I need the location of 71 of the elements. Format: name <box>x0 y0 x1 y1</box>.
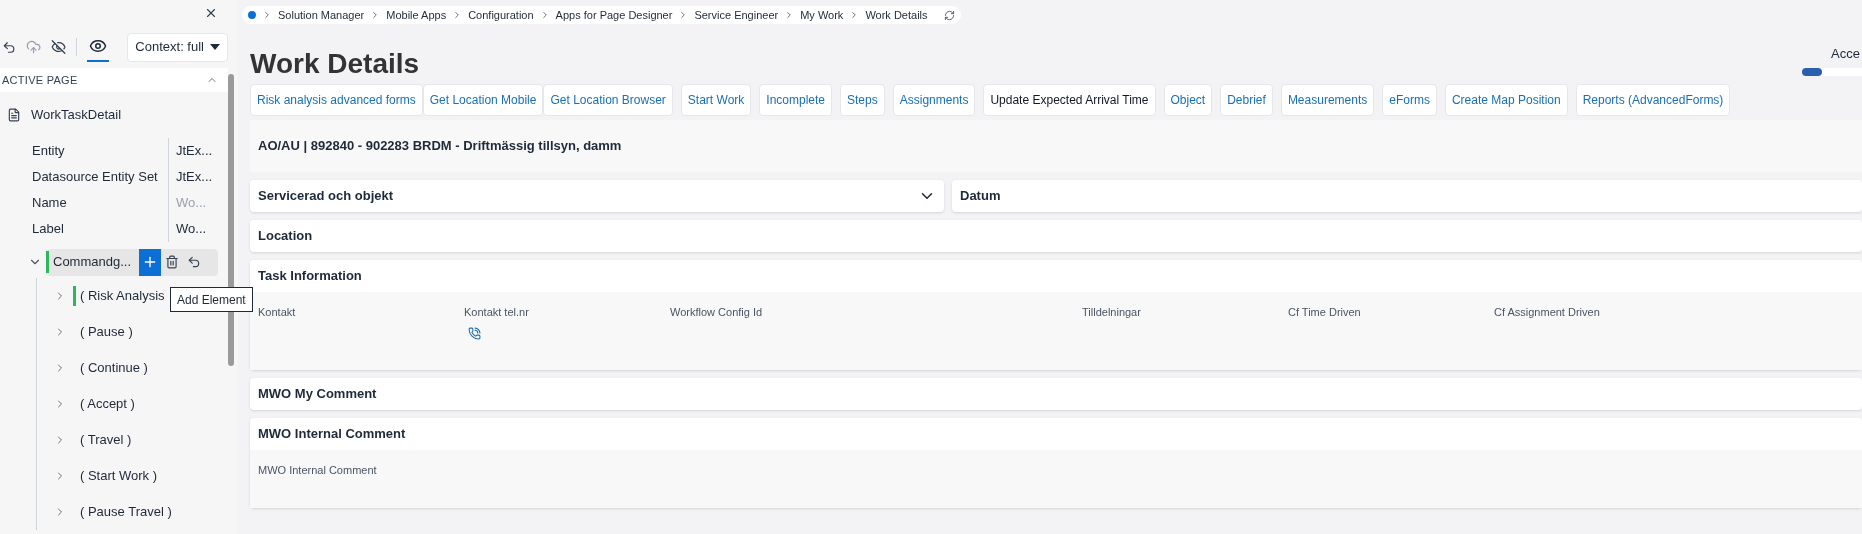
group-header[interactable]: Servicerad och objekt <box>250 180 944 212</box>
toolbar-button[interactable]: Risk analysis advanced forms <box>250 84 423 116</box>
property-name: Entity <box>31 142 66 161</box>
toggle-switch[interactable] <box>1802 68 1862 76</box>
node-label[interactable]: ( Pause ) <box>80 322 133 342</box>
page-title: Work Details <box>249 50 420 78</box>
toolbar-button[interactable]: Create Map Position <box>1444 84 1568 116</box>
plus-icon <box>142 254 158 270</box>
node-label[interactable]: ( Continue ) <box>80 358 148 378</box>
property-name: Name <box>31 194 68 213</box>
property-value[interactable]: Wo... <box>168 216 207 242</box>
breadcrumb-link[interactable]: Solution Manager <box>278 6 365 24</box>
section-title[interactable]: MWO My Comment <box>250 377 1862 410</box>
node-label[interactable]: ( Start Work ) <box>80 466 158 486</box>
caret-icon <box>210 44 220 50</box>
refresh-icon[interactable] <box>943 9 955 21</box>
node-label[interactable]: ( Accept ) <box>80 394 135 414</box>
toolbar-button[interactable]: Incomplete <box>759 84 833 116</box>
page-icon <box>7 108 21 122</box>
field-label: Cf Time Driven <box>1288 305 1362 320</box>
group-header[interactable]: Datum <box>952 180 1862 212</box>
toolbar-button[interactable]: Get Location Browser <box>543 84 673 116</box>
separator-icon <box>262 10 272 20</box>
breadcrumb-link[interactable]: Service Engineer <box>694 6 779 24</box>
field-label: Tilldelningar <box>1082 305 1142 320</box>
section-title[interactable]: Task Information <box>250 260 1862 292</box>
phone-icon[interactable] <box>468 326 481 340</box>
toolbar-button[interactable]: Reports (AdvancedForms) <box>1575 84 1731 116</box>
trash-icon[interactable] <box>165 255 179 269</box>
node-label[interactable]: ( Pause Travel ) <box>80 502 172 522</box>
node-label: Commandg... <box>53 253 133 272</box>
record-header: AO/AU | 892840 - 902283 BRDM - Driftmässig tillsyn, damm <box>250 120 1862 172</box>
toolbar-button[interactable]: Assignments <box>892 84 976 116</box>
close-icon[interactable] <box>204 6 218 20</box>
toolbar-button[interactable]: Start Work <box>680 84 752 116</box>
toolbar-button[interactable]: Debrief <box>1220 84 1273 116</box>
toolbar-button[interactable]: Update Expected Arrival Time <box>983 84 1156 116</box>
node-label[interactable]: ( Risk Analysis <box>80 286 165 306</box>
property-name: Label <box>31 220 65 239</box>
field-label: MWO Internal Comment <box>258 462 378 478</box>
breadcrumb-link[interactable]: My Work <box>800 6 844 24</box>
tree-node[interactable]: Commandg... <box>46 248 218 276</box>
toolbar-button[interactable]: Measurements <box>1280 84 1375 116</box>
breadcrumb-link[interactable]: Mobile Apps <box>386 6 447 24</box>
undo-icon[interactable] <box>2 39 17 55</box>
property-name: Datasource Entity Set <box>31 168 159 187</box>
toolbar-button[interactable]: Object <box>1163 84 1213 116</box>
breadcrumb-link[interactable]: Work Details <box>865 6 928 24</box>
section-title[interactable]: MWO Internal Comment <box>250 417 1862 450</box>
field-label: Cf Assignment Driven <box>1494 305 1601 320</box>
breadcrumb-link[interactable]: Apps for Page Designer <box>555 6 673 24</box>
switch-label: Acce <box>1831 45 1860 63</box>
property-value[interactable]: JtEx... <box>168 138 213 164</box>
page-label[interactable]: WorkTaskDetail <box>31 105 122 125</box>
toolbar-button[interactable]: Steps <box>840 84 885 116</box>
node-label[interactable]: ( Travel ) <box>80 430 132 450</box>
breadcrumb-link[interactable]: Configuration <box>468 6 534 24</box>
section-header[interactable]: ACTIVE PAGE <box>0 68 228 92</box>
add-button[interactable] <box>139 248 161 276</box>
undo-icon[interactable] <box>187 255 201 269</box>
toolbar-button[interactable]: eForms <box>1382 84 1437 116</box>
visibility-off-icon[interactable] <box>51 39 67 55</box>
property-value[interactable]: JtEx... <box>168 164 213 190</box>
eye-icon <box>89 37 108 55</box>
section-title[interactable]: Location <box>250 220 1862 252</box>
tooltip: Add Element <box>170 287 253 312</box>
field-label: Kontakt tel.nr <box>464 305 530 320</box>
field-label: Workflow Config Id <box>670 305 764 320</box>
context-dropdown[interactable]: Context: full <box>127 32 228 62</box>
field-label: Kontakt <box>258 305 297 320</box>
toolbar-button[interactable]: Get Location Mobile <box>422 84 544 116</box>
